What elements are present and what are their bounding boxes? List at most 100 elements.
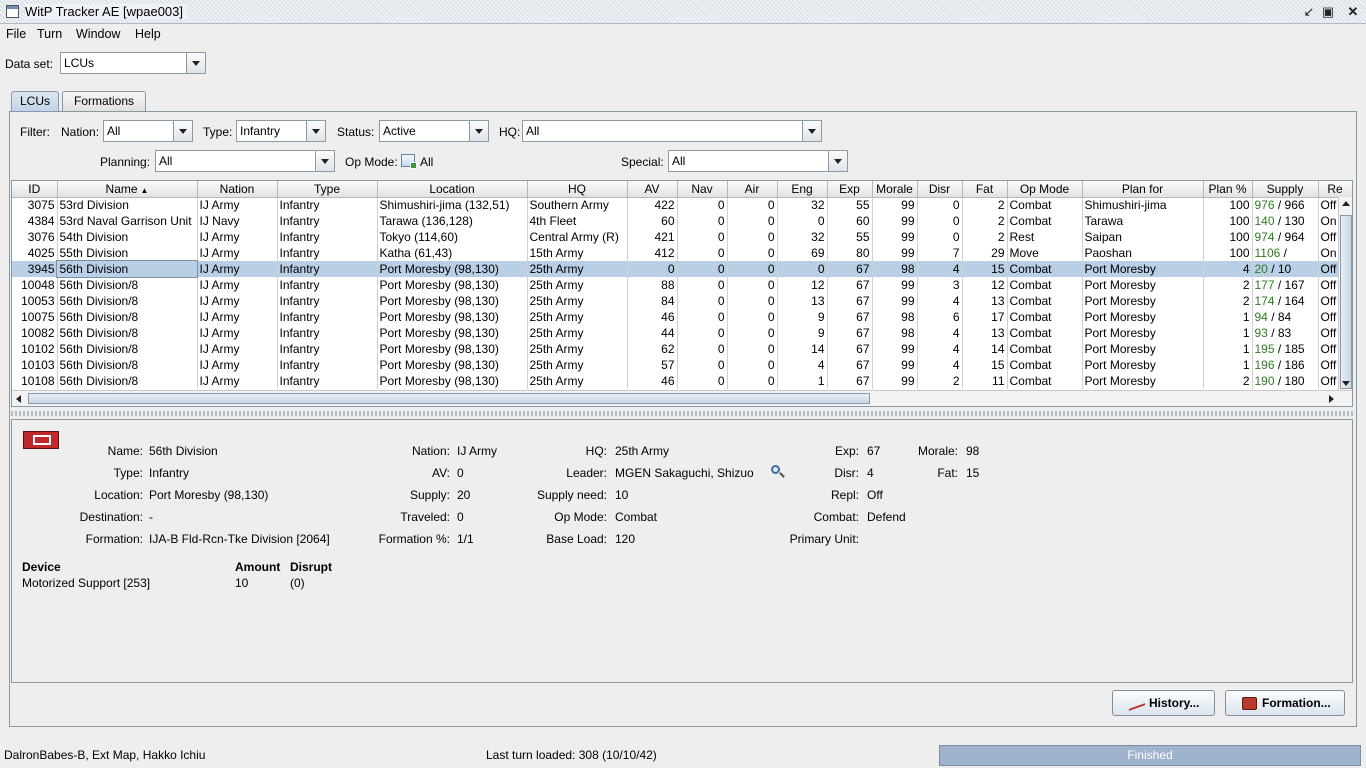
column-header[interactable]: Plan for [1082, 181, 1204, 198]
split-pane-divider[interactable] [11, 411, 1353, 416]
column-header[interactable]: Plan % [1203, 181, 1253, 198]
vertical-scroll-thumb[interactable] [1340, 215, 1352, 389]
exp-value: 67 [867, 444, 881, 458]
table-cell: Combat [1007, 309, 1083, 325]
dataset-value: LCUs [64, 56, 95, 70]
leader-value: MGEN Sakaguchi, Shizuo [615, 466, 754, 480]
column-header[interactable]: Re [1318, 181, 1352, 198]
chevron-down-icon[interactable] [802, 121, 821, 141]
scroll-up-icon[interactable] [1342, 201, 1350, 206]
disr-value: 4 [867, 466, 874, 480]
table-cell: 0 [917, 213, 963, 229]
device-header: Device [22, 560, 61, 574]
close-icon[interactable]: ✕ [1344, 3, 1362, 20]
table-cell: Infantry [277, 341, 378, 357]
table-cell: 2 [962, 213, 1008, 229]
column-header[interactable]: Exp [827, 181, 873, 198]
column-header[interactable]: ID [12, 181, 58, 198]
minimize-icon[interactable]: ↙ [1300, 3, 1318, 20]
scroll-left-icon[interactable] [16, 395, 21, 403]
table-row[interactable]: 4384 53rd Naval Garrison Unit IJ Navy Infan… [12, 213, 1352, 229]
column-header[interactable]: Air [727, 181, 778, 198]
scroll-down-icon[interactable] [1342, 381, 1350, 386]
formation-button[interactable]: Formation... [1225, 690, 1345, 716]
menu-turn[interactable]: Turn [37, 27, 62, 41]
table-cell: 2 [1203, 373, 1253, 389]
table-cell: IJ Army [197, 373, 278, 389]
hq-filter-value: All [526, 124, 540, 138]
chevron-down-icon[interactable] [315, 151, 334, 171]
column-header[interactable]: Name ▲ [57, 181, 198, 198]
table-cell: 53rd Division [57, 197, 198, 213]
type-filter-select[interactable]: Infantry [236, 120, 326, 142]
tab-lcus[interactable]: LCUs [11, 91, 59, 111]
menu-help[interactable]: Help [135, 27, 161, 41]
supply-amount: 93 [1254, 325, 1268, 340]
column-header[interactable]: Disr [917, 181, 963, 198]
hq-filter-select[interactable]: All [522, 120, 822, 142]
dataset-select[interactable]: LCUs [60, 52, 206, 74]
history-button[interactable]: History... [1112, 690, 1215, 716]
table-cell: Combat [1007, 357, 1083, 373]
table-row[interactable]: 10103 56th Division/8 IJ Army Infantry Port … [12, 357, 1352, 373]
chevron-down-icon[interactable] [186, 53, 205, 73]
table-cell: 4 [1203, 261, 1253, 277]
column-header[interactable]: Op Mode [1007, 181, 1083, 198]
table-row[interactable]: 4025 55th Division IJ Army Infantry Katha (6… [12, 245, 1352, 261]
lcu-table[interactable]: ID Name ▲ Nation Type Location HQ AV Nav Air Eng Ex… [11, 180, 1353, 407]
supply-cell: 196 / 186 [1252, 357, 1319, 373]
tab-formations[interactable]: Formations [62, 91, 146, 111]
traveled-value: 0 [457, 510, 464, 524]
table-row[interactable]: 3945 56th Division IJ Army Infantry Port Mor… [12, 260, 1352, 278]
chevron-down-icon[interactable] [828, 151, 847, 171]
table-row[interactable]: 10053 56th Division/8 IJ Army Infantry Port … [12, 293, 1352, 309]
scroll-right-icon[interactable] [1329, 395, 1334, 403]
av-label: AV: [431, 466, 450, 480]
table-row[interactable]: 3075 53rd Division IJ Army Infantry Shimushi… [12, 197, 1352, 213]
column-header[interactable]: AV [627, 181, 678, 198]
menu-file[interactable]: File [6, 27, 26, 41]
table-row[interactable]: 10102 56th Division/8 IJ Army Infantry Port … [12, 341, 1352, 357]
column-header[interactable]: Location [377, 181, 528, 198]
maximize-icon[interactable]: ▣ [1319, 3, 1337, 20]
chevron-down-icon[interactable] [173, 121, 192, 141]
column-header[interactable]: Nav [677, 181, 728, 198]
device-name: Motorized Support [253] [22, 576, 151, 590]
column-header[interactable]: Fat [962, 181, 1008, 198]
status-filter-select[interactable]: Active [379, 120, 489, 142]
table-cell: 1 [1203, 309, 1253, 325]
horizontal-scroll-thumb[interactable] [28, 393, 870, 404]
opmode-filter-icon[interactable] [401, 154, 417, 169]
column-header[interactable]: Type [277, 181, 378, 198]
table-cell: 84 [627, 293, 678, 309]
table-cell: 412 [627, 245, 678, 261]
column-header[interactable]: Nation [197, 181, 278, 198]
table-vertical-scrollbar[interactable] [1338, 197, 1352, 390]
search-icon[interactable] [771, 465, 785, 479]
opmode-label: Op Mode: [554, 510, 607, 524]
table-cell: 4th Fleet [527, 213, 628, 229]
table-row[interactable]: 10048 56th Division/8 IJ Army Infantry Port … [12, 277, 1352, 293]
opmode-value: Combat [615, 510, 658, 524]
table-row[interactable]: 3076 54th Division IJ Army Infantry Tokyo (1… [12, 229, 1352, 245]
column-header[interactable]: HQ [527, 181, 628, 198]
table-row[interactable]: 10108 56th Division/8 IJ Army Infantry Port … [12, 373, 1352, 389]
chevron-down-icon[interactable] [306, 121, 325, 141]
formation-pct-value: 1/1 [457, 532, 474, 546]
planning-filter-select[interactable]: All [155, 150, 335, 172]
supply-need: / 83 [1267, 325, 1292, 340]
table-cell: 99 [872, 293, 918, 309]
table-row[interactable]: 10082 56th Division/8 IJ Army Infantry Port … [12, 325, 1352, 341]
table-horizontal-scrollbar[interactable] [12, 390, 1352, 406]
table-row[interactable]: 10075 56th Division/8 IJ Army Infantry Port … [12, 309, 1352, 325]
menu-window[interactable]: Window [76, 27, 120, 41]
column-header[interactable]: Eng [777, 181, 828, 198]
column-header[interactable]: Morale [872, 181, 918, 198]
table-cell: Infantry [277, 277, 378, 293]
nation-filter-select[interactable]: All [103, 120, 193, 142]
column-header[interactable]: Supply [1252, 181, 1319, 198]
special-filter-select[interactable]: All [668, 150, 848, 172]
table-cell: 0 [727, 245, 778, 261]
chevron-down-icon[interactable] [469, 121, 488, 141]
table-cell: 10075 [12, 309, 58, 325]
